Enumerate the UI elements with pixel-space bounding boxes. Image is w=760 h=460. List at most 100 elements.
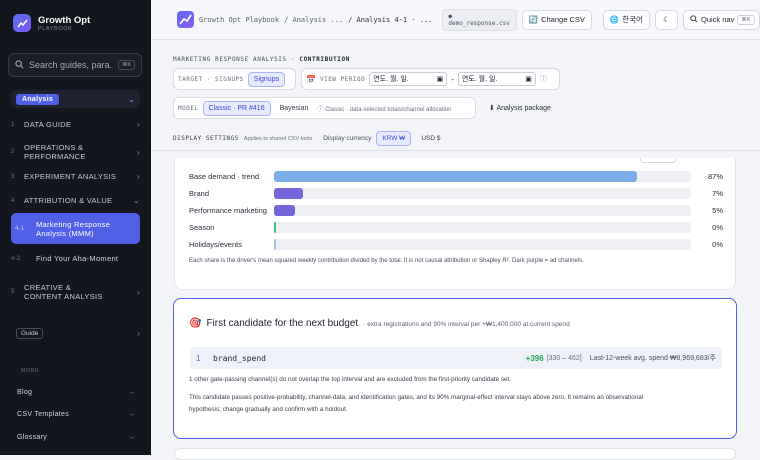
analysis-package-label: Analysis package (496, 105, 551, 112)
chevron-right-icon: › (137, 120, 140, 129)
candidate-title: First candidate for the next budget (206, 318, 359, 329)
contribution-track (274, 205, 691, 216)
quick-nav-label: Quick nav (701, 15, 735, 24)
target-signups-chip[interactable]: Signups (247, 71, 286, 87)
display-settings: DISPLAY SETTINGS Applies to shared CSV t… (173, 131, 445, 146)
contribution-percent: 0% (712, 240, 723, 249)
model-bayesian-chip[interactable]: Bayesian (275, 102, 314, 115)
heading-sub: CONTRIBUTION (299, 56, 350, 63)
divider (151, 150, 760, 151)
arrow-right-icon: → (127, 389, 135, 396)
nav-attribution[interactable]: 4 ATTRIBUTION & VALUE ⌄ (11, 196, 140, 205)
currency-usd-chip[interactable]: USD $ (416, 132, 445, 145)
contribution-bar (274, 222, 276, 233)
contribution-bar (274, 205, 295, 216)
link-blog[interactable]: Blog → (17, 389, 135, 396)
guide-toggle[interactable]: Guide › (16, 328, 140, 339)
chevron-down-icon: ⌄ (128, 94, 135, 104)
target-selector: TARGET · SIGNUPS Signups (173, 68, 296, 90)
nav-item-aha[interactable]: 4-2 Find Your Aha-Moment (11, 254, 140, 263)
search-placeholder: Search guides, para... (29, 60, 113, 70)
contribution-label: Holidays/events (189, 240, 242, 249)
language-button[interactable]: 🌐 한국어 (602, 9, 650, 30)
contribution-track (274, 222, 691, 233)
quick-nav-button[interactable]: Quick nav ⌘K (683, 9, 760, 30)
language-label: 한국어 (622, 15, 643, 24)
nav-number: 3 (11, 173, 15, 180)
nav-operations[interactable]: 2 OPERATIONS & PERFORMANCE › (11, 143, 140, 161)
brand-name: Growth Opt (38, 14, 91, 26)
link-label: Blog (17, 389, 33, 396)
nav-number: 5 (11, 289, 15, 295)
file-badge: ● demo_response.csv (442, 8, 517, 31)
contribution-percent: 0% (712, 223, 723, 232)
brand[interactable]: Growth Opt PLAYBOOK (13, 14, 90, 32)
candidate-row[interactable]: 1 brand_spend +396 [330 – 462] Last-12-w… (190, 347, 722, 369)
nav-number: 1 (11, 121, 15, 128)
more-label: MORE (21, 368, 40, 374)
start-date-text: 연도. 월. 일. (373, 76, 409, 83)
candidate-card: 🎯 First candidate for the next budget · … (173, 298, 737, 439)
section-pill: Analysis (16, 93, 60, 105)
period-label: VIEW PERIOD (319, 75, 366, 83)
contribution-track (274, 188, 691, 199)
link-csv-templates[interactable]: CSV Templates → (17, 411, 135, 418)
theme-toggle[interactable]: ☾ (654, 9, 678, 30)
brand-subtitle: PLAYBOOK (38, 25, 73, 32)
csv-icon: 🔄 (528, 15, 539, 24)
search-input[interactable]: Search guides, para... ⌘K (8, 53, 142, 77)
contribution-label: Performance marketing (189, 206, 267, 215)
change-csv-label: Change CSV (541, 15, 585, 24)
contribution-label: Base demand · trend (189, 172, 260, 181)
calendar-icon: ▣ (436, 76, 444, 83)
link-glossary[interactable]: Glossary → (17, 434, 135, 441)
contribution-bar (274, 188, 304, 199)
section-selector[interactable]: Analysis ⌄ (11, 90, 140, 108)
end-date-input[interactable]: 연도. 월. 일. ▣ (457, 72, 536, 86)
nav-creative[interactable]: 5 CREATIVE & CONTENT ANALYSIS › (11, 283, 140, 301)
contribution-percent: 87% (707, 172, 723, 181)
breadcrumb-analysis[interactable]: / Analysis ... (284, 16, 343, 24)
contribution-percent: 5% (712, 206, 723, 215)
info-icon[interactable]: ⓘ (540, 74, 547, 84)
logo-icon (13, 14, 31, 32)
currency-label: Display currency (323, 135, 372, 142)
change-csv-button[interactable]: 🔄 Change CSV (521, 9, 592, 30)
search-shortcut: ⌘K (117, 60, 135, 70)
quick-nav-shortcut: ⌘K (737, 14, 755, 25)
app-logo-icon[interactable] (177, 11, 194, 28)
search-icon (690, 14, 698, 25)
nav-number: 2 (11, 149, 15, 155)
contribution-row: Season 0% (189, 222, 723, 233)
link-label: CSV Templates (17, 411, 70, 418)
link-label: Glossary (17, 434, 48, 441)
guide-pill: Guide (16, 328, 44, 339)
display-label: DISPLAY SETTINGS (173, 135, 239, 142)
breadcrumb-home[interactable]: Growth Opt Playbook (199, 16, 279, 24)
analysis-package-button[interactable]: ⬇ Analysis package (489, 104, 551, 112)
chevron-right-icon: › (137, 147, 140, 157)
contribution-track (274, 171, 691, 182)
model-label: MODEL (178, 104, 199, 112)
candidate-interval: [330 – 462] (546, 354, 582, 362)
contribution-row: Performance marketing 5% (189, 205, 723, 216)
start-date-input[interactable]: 연도. 월. 일. ▣ (369, 72, 448, 86)
model-classic-chip[interactable]: Classic · PR #416 (202, 100, 271, 116)
candidate-rank: 1 (196, 353, 201, 363)
nav-number: 4-1 (15, 225, 25, 232)
contribution-row: Brand 7% (189, 188, 723, 199)
nav-number: 4-2 (11, 255, 21, 262)
candidate-exclusion-note: 1 other gate-passing channel(s) do not o… (189, 376, 512, 383)
nav-item-mmm[interactable]: 4-1 Marketing Response Analysis (MMM) (11, 213, 140, 244)
arrow-right-icon: → (127, 411, 135, 418)
breadcrumb-current[interactable]: / Analysis 4-1 · ... (348, 16, 432, 24)
currency-krw-chip[interactable]: KRW ₩ (376, 131, 412, 146)
candidate-gate-note: This candidate passes positive-probabili… (189, 394, 644, 413)
nav-data-guide[interactable]: 1 DATA GUIDE › (11, 120, 140, 129)
candidate-subtitle: · extra registrations and 90% interval p… (363, 321, 570, 328)
nav-experiment[interactable]: 3 EXPERIMENT ANALYSIS › (11, 172, 140, 181)
next-card (174, 448, 736, 460)
calendar-icon: 📅 (306, 74, 316, 84)
nav-label: DATA GUIDE (24, 120, 72, 129)
nav-label: ATTRIBUTION & VALUE (24, 196, 113, 205)
